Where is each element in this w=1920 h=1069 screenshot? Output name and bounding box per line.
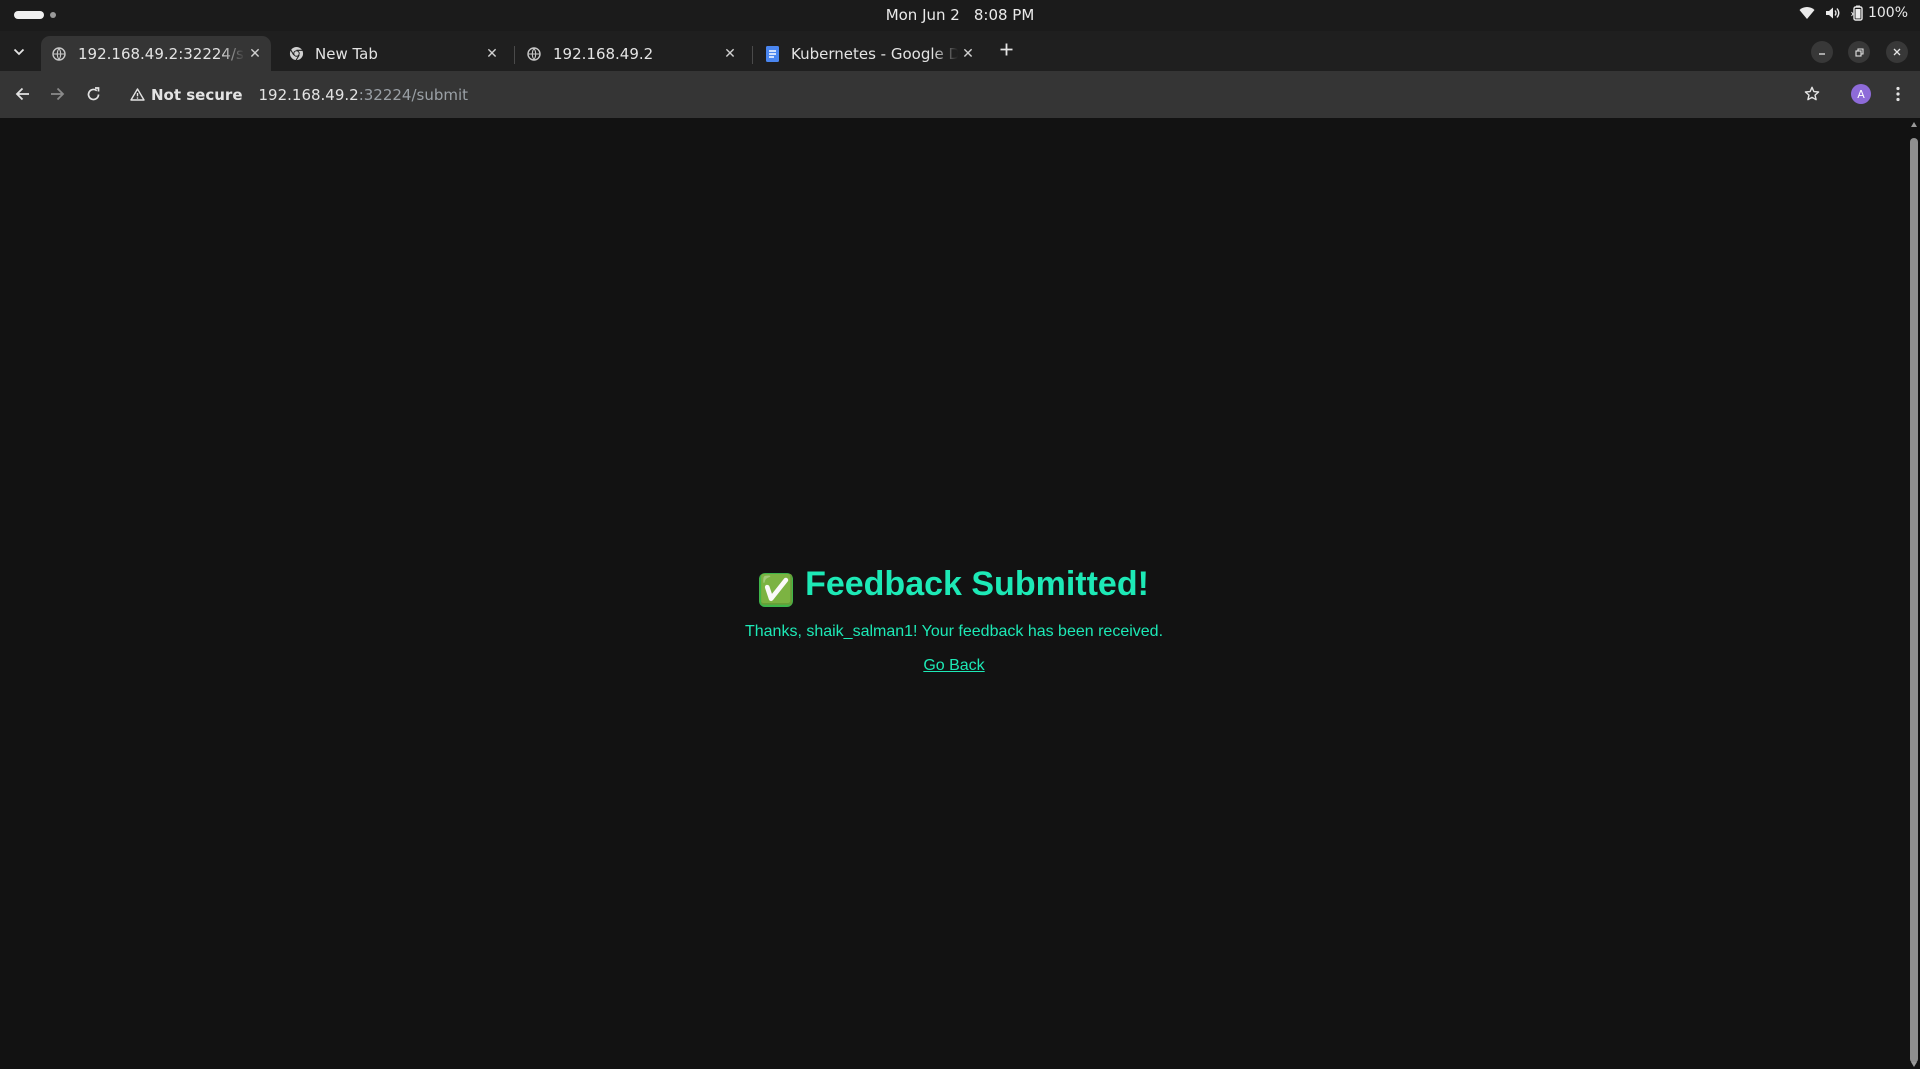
tab-submit[interactable]: 192.168.49.2:32224/submit ✕: [41, 36, 271, 71]
chrome-icon: [288, 46, 304, 62]
warning-icon: [130, 88, 145, 101]
page-heading: ✅ Feedback Submitted!: [0, 560, 1908, 608]
clock[interactable]: Mon Jun 2 8:08 PM: [0, 6, 1920, 24]
minimize-icon: [1819, 53, 1825, 55]
restore-icon: [1854, 47, 1864, 57]
plus-icon: [1000, 43, 1012, 55]
url-path: :32224/submit: [358, 85, 469, 104]
tab-search-button[interactable]: [8, 41, 30, 63]
forward-button[interactable]: [45, 82, 69, 106]
close-icon: [1893, 48, 1901, 56]
activities-button[interactable]: [14, 11, 56, 19]
tab-strip: 192.168.49.2:32224/submit ✕ New Tab ✕ 19…: [0, 31, 1920, 71]
reload-icon: [87, 86, 99, 100]
bookmark-button[interactable]: [1800, 82, 1824, 106]
scroll-down-arrow-icon[interactable]: [1911, 1062, 1917, 1067]
star-icon: [1804, 86, 1820, 101]
close-tab-button[interactable]: ✕: [720, 44, 740, 64]
browser-toolbar: Not secure 192.168.49.2:32224/submit A: [0, 71, 1920, 118]
close-tab-button[interactable]: ✕: [958, 44, 978, 64]
go-back-link[interactable]: Go Back: [923, 656, 984, 676]
page-viewport: ✅ Feedback Submitted! Thanks, shaik_salma…: [0, 118, 1908, 1069]
tab-title: Kubernetes - Google Docs: [791, 44, 958, 63]
tab-title: 192.168.49.2:32224/submit: [78, 44, 245, 63]
battery-icon: [1851, 5, 1865, 21]
security-indicator[interactable]: Not secure: [118, 77, 253, 112]
kebab-menu-icon: [1896, 86, 1900, 102]
system-top-bar: Mon Jun 2 8:08 PM 100%: [0, 0, 1920, 31]
tab-separator: [752, 46, 753, 64]
confirmation-message: Thanks, shaik_salman1! Your feedback has…: [744, 623, 1164, 640]
volume-icon: [1825, 6, 1841, 20]
close-tab-button[interactable]: ✕: [245, 44, 265, 64]
close-window-button[interactable]: [1886, 41, 1908, 63]
workspace-indicator: [50, 12, 56, 18]
arrow-right-icon: [50, 87, 64, 101]
tab-title: 192.168.49.2: [553, 44, 654, 63]
close-tab-button[interactable]: ✕: [482, 44, 502, 64]
back-button[interactable]: [10, 82, 34, 106]
minimize-button[interactable]: [1811, 41, 1833, 63]
check-mark-icon: ✅: [759, 573, 794, 607]
address-bar[interactable]: Not secure 192.168.49.2:32224/submit: [118, 77, 1798, 112]
globe-icon: [526, 46, 542, 62]
tab-google-docs[interactable]: Kubernetes - Google Docs ✕: [754, 36, 984, 71]
feedback-confirmation: ✅ Feedback Submitted! Thanks, shaik_salma…: [0, 560, 1908, 676]
tab-new-tab[interactable]: New Tab ✕: [278, 36, 508, 71]
battery-status: 100%: [1851, 5, 1908, 21]
profile-avatar[interactable]: A: [1851, 84, 1871, 104]
workspace-indicator-active: [14, 11, 44, 19]
vertical-scrollbar[interactable]: [1908, 118, 1920, 1069]
scrollbar-thumb[interactable]: [1910, 138, 1918, 1063]
restore-button[interactable]: [1848, 41, 1870, 63]
browser-menu-button[interactable]: [1888, 82, 1908, 106]
scroll-up-arrow-icon[interactable]: [1911, 122, 1917, 127]
url-host: 192.168.49.2: [258, 85, 359, 104]
tab-title: New Tab: [315, 44, 378, 63]
reload-button[interactable]: [81, 82, 105, 106]
battery-percent: 100%: [1867, 5, 1908, 21]
clock-date: Mon Jun 2: [885, 6, 960, 24]
arrow-left-icon: [15, 87, 29, 101]
security-label: Not secure: [151, 85, 243, 104]
clock-time: 8:08 PM: [973, 6, 1035, 24]
docs-icon: [764, 45, 780, 62]
chevron-down-icon: [13, 48, 25, 56]
tab-separator: [514, 46, 515, 64]
globe-icon: [51, 46, 67, 62]
system-tray[interactable]: 100%: [1799, 5, 1908, 21]
wifi-icon: [1799, 6, 1815, 20]
tab-ip[interactable]: 192.168.49.2 ✕: [516, 36, 746, 71]
new-tab-button[interactable]: [995, 38, 1017, 60]
heading-text: Feedback Submitted!: [805, 565, 1149, 603]
